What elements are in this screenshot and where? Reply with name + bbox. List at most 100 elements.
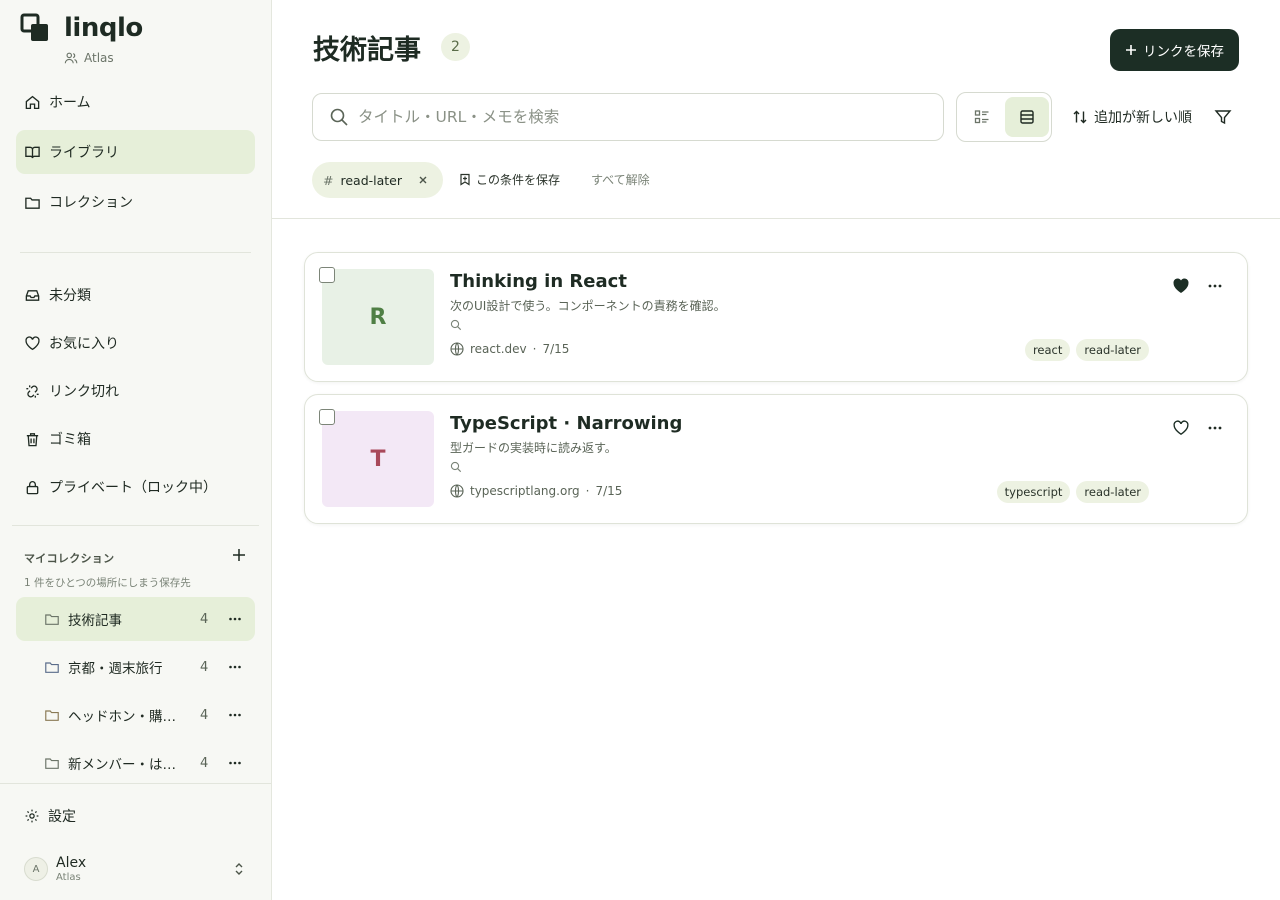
nav-label: ゴミ箱	[49, 432, 91, 448]
nav-broken-links[interactable]: リンク切れ	[16, 369, 255, 413]
collection-count: 4	[200, 659, 209, 675]
chevron-updown-icon	[235, 863, 243, 875]
card-note: 型ガードの実装時に読み返す。	[450, 441, 617, 455]
save-condition-button[interactable]: この条件を保存	[459, 171, 560, 188]
search-icon	[450, 319, 462, 331]
avatar: A	[24, 857, 48, 881]
workspace-name: Atlas	[84, 51, 114, 65]
favorite-heart-filled-icon[interactable]	[1172, 277, 1190, 295]
card-note: 次のUI設計で使う。コンポーネントの責務を確認。	[450, 299, 726, 313]
more-icon[interactable]	[228, 708, 242, 722]
sort-icon	[1073, 110, 1087, 124]
card-view-icon	[1020, 110, 1034, 124]
tag[interactable]: typescript	[996, 481, 1071, 503]
tag[interactable]: react	[1024, 339, 1071, 361]
nav-private[interactable]: プライベート（ロック中）	[16, 465, 255, 509]
select-checkbox[interactable]	[319, 267, 335, 283]
clear-all-button[interactable]: すべて解除	[591, 171, 650, 188]
collection-item[interactable]: ヘッドホン・購入検討 4	[16, 693, 255, 737]
card-view-button[interactable]	[1005, 97, 1049, 137]
collection-name: ヘッドホン・購入検討	[68, 709, 186, 725]
nav-favorites[interactable]: お気に入り	[16, 321, 255, 365]
user-menu[interactable]: A Alex Atlas	[24, 853, 250, 885]
save-condition-label: この条件を保存	[476, 173, 561, 187]
sidebar: linqlo Atlas ホーム ライブラリ コレクション 未分類 お気に入り …	[0, 0, 272, 900]
nav-label: お気に入り	[49, 336, 119, 352]
nav-label: 未分類	[49, 288, 91, 304]
more-icon[interactable]	[228, 612, 242, 626]
nav-label: コレクション	[49, 195, 133, 211]
globe-icon	[450, 342, 464, 356]
more-icon[interactable]	[1207, 279, 1223, 293]
filter-chip: # read-later	[312, 162, 443, 198]
list-view-icon	[974, 110, 989, 124]
add-collection-icon[interactable]	[230, 546, 248, 564]
nav-trash[interactable]: ゴミ箱	[16, 417, 255, 461]
filter-icon[interactable]	[1214, 108, 1232, 126]
collections-subtitle: 1 件をひとつの場所にしまう保存先	[24, 577, 191, 589]
more-icon[interactable]	[1207, 421, 1223, 435]
link-card[interactable]: R Thinking in React 次のUI設計で使う。コンポーネントの責務…	[304, 252, 1248, 382]
user-workspace: Atlas	[56, 871, 81, 883]
link-card[interactable]: T TypeScript · Narrowing 型ガードの実装時に読み返す。 …	[304, 394, 1248, 524]
collection-item[interactable]: 技術記事 4	[16, 597, 255, 641]
card-domain: typescriptlang.org	[470, 484, 580, 498]
folder-icon	[25, 197, 40, 209]
main-content: 技術記事 2 リンクを保存 追加が新しい順 # read-later この条件を…	[272, 0, 1280, 900]
more-icon[interactable]	[228, 756, 242, 770]
nav-library[interactable]: ライブラリ	[16, 130, 255, 174]
home-icon	[25, 95, 40, 109]
card-title[interactable]: TypeScript · Narrowing	[450, 413, 682, 434]
folder-icon	[45, 758, 59, 769]
thumbnail-initial: T	[370, 446, 386, 472]
card-meta: react.dev · 7/15	[450, 342, 569, 356]
brand[interactable]: linqlo	[20, 13, 143, 43]
sort-dropdown[interactable]: 追加が新しい順	[1072, 107, 1192, 127]
collection-item[interactable]: 京都・週末旅行 4	[16, 645, 255, 689]
nav-collections[interactable]: コレクション	[16, 180, 255, 224]
inbox-icon	[25, 289, 40, 301]
divider	[272, 218, 1280, 219]
search-input[interactable]	[358, 108, 918, 126]
collection-count: 4	[200, 707, 209, 723]
settings-link[interactable]: 設定	[24, 806, 76, 826]
collection-name: 京都・週末旅行	[68, 661, 163, 677]
select-checkbox[interactable]	[319, 409, 335, 425]
tag[interactable]: read-later	[1076, 339, 1149, 361]
collection-item[interactable]: 新メンバー・はじめに 4	[16, 741, 255, 785]
folder-icon	[45, 614, 59, 625]
tag[interactable]: read-later	[1076, 481, 1149, 503]
filter-chip-label: read-later	[340, 172, 403, 188]
thumbnail: R	[322, 269, 434, 365]
more-icon[interactable]	[228, 660, 242, 674]
gear-icon	[25, 809, 39, 823]
nav-home[interactable]: ホーム	[16, 80, 255, 124]
list-view-button[interactable]	[960, 97, 1004, 137]
search-icon	[450, 461, 462, 473]
card-date: 7/15	[542, 342, 570, 356]
nav-label: ホーム	[49, 95, 91, 111]
thumbnail: T	[322, 411, 434, 507]
separator: ·	[585, 484, 590, 498]
collection-name: 技術記事	[68, 613, 122, 629]
card-title[interactable]: Thinking in React	[450, 271, 627, 292]
save-link-label: リンクを保存	[1143, 44, 1224, 59]
globe-icon	[450, 484, 464, 498]
search-box	[312, 93, 944, 141]
count-badge: 2	[441, 33, 470, 61]
page-title: 技術記事	[313, 35, 421, 66]
card-domain: react.dev	[470, 342, 527, 356]
collection-name: 新メンバー・はじめに	[68, 757, 186, 773]
bookmark-plus-icon	[460, 173, 470, 186]
nav-uncategorized[interactable]: 未分類	[16, 273, 255, 317]
view-toggle	[956, 92, 1052, 142]
thumbnail-initial: R	[369, 304, 387, 330]
favorite-heart-icon[interactable]	[1172, 419, 1190, 437]
logo-icon	[20, 13, 48, 41]
divider	[12, 525, 259, 526]
close-icon[interactable]	[416, 173, 430, 187]
card-tags: typescript read-later	[991, 481, 1149, 503]
broken-link-icon	[26, 384, 39, 398]
heart-icon	[25, 335, 40, 350]
save-link-button[interactable]: リンクを保存	[1110, 29, 1239, 71]
